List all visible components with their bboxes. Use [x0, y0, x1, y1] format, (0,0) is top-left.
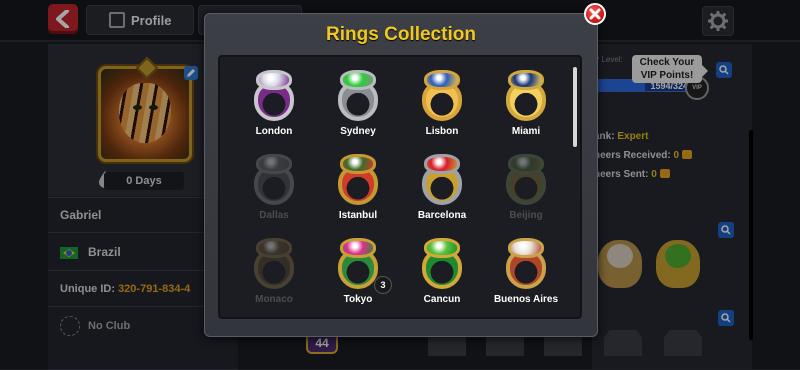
ring-name: Dallas	[259, 210, 289, 221]
ring-item[interactable]: Barcelona	[402, 149, 482, 227]
ring-item[interactable]: Buenos Aires	[486, 233, 566, 311]
ring-item[interactable]: Lisbon	[402, 65, 482, 143]
ring-item[interactable]: Monaco	[234, 233, 314, 311]
ring-item[interactable]: Istanbul	[318, 149, 398, 227]
modal-title: Rings Collection	[326, 24, 476, 45]
ring-stone	[508, 238, 544, 258]
ring-stone	[508, 70, 544, 90]
ring-item[interactable]: Dallas	[234, 149, 314, 227]
ring-stone	[424, 238, 460, 258]
ring-item[interactable]: Tokyo 3	[318, 233, 398, 311]
ring-name: London	[255, 126, 293, 137]
ring-name: Lisbon	[425, 126, 459, 137]
ring-stone	[508, 154, 544, 174]
ring-stone	[340, 154, 376, 174]
ring-count-badge: 3	[374, 276, 392, 294]
ring-item[interactable]: Beijing	[486, 149, 566, 227]
close-icon	[589, 8, 601, 20]
ring-name: Cancun	[423, 294, 461, 305]
ring-stone	[340, 70, 376, 90]
ring-name: Tokyo	[343, 294, 373, 305]
ring-stone	[256, 154, 292, 174]
ring-item[interactable]: London	[234, 65, 314, 143]
ring-item[interactable]: Cancun	[402, 233, 482, 311]
ring-stone	[256, 238, 292, 258]
close-button[interactable]	[584, 3, 606, 25]
ring-stone	[424, 70, 460, 90]
ring-stone	[340, 238, 376, 258]
ring-item[interactable]: Miami	[486, 65, 566, 143]
ring-name: Monaco	[255, 294, 293, 305]
ring-name: Beijing	[509, 210, 543, 221]
ring-item[interactable]: Sydney	[318, 65, 398, 143]
ring-name: Miami	[511, 126, 541, 137]
ring-stone	[424, 154, 460, 174]
rings-scrollbar[interactable]	[573, 67, 577, 147]
ring-name: Sydney	[340, 126, 376, 137]
ring-stone	[256, 70, 292, 90]
ring-name: Barcelona	[417, 210, 467, 221]
ring-name: Buenos Aires	[493, 294, 559, 305]
ring-name: Istanbul	[338, 210, 378, 221]
